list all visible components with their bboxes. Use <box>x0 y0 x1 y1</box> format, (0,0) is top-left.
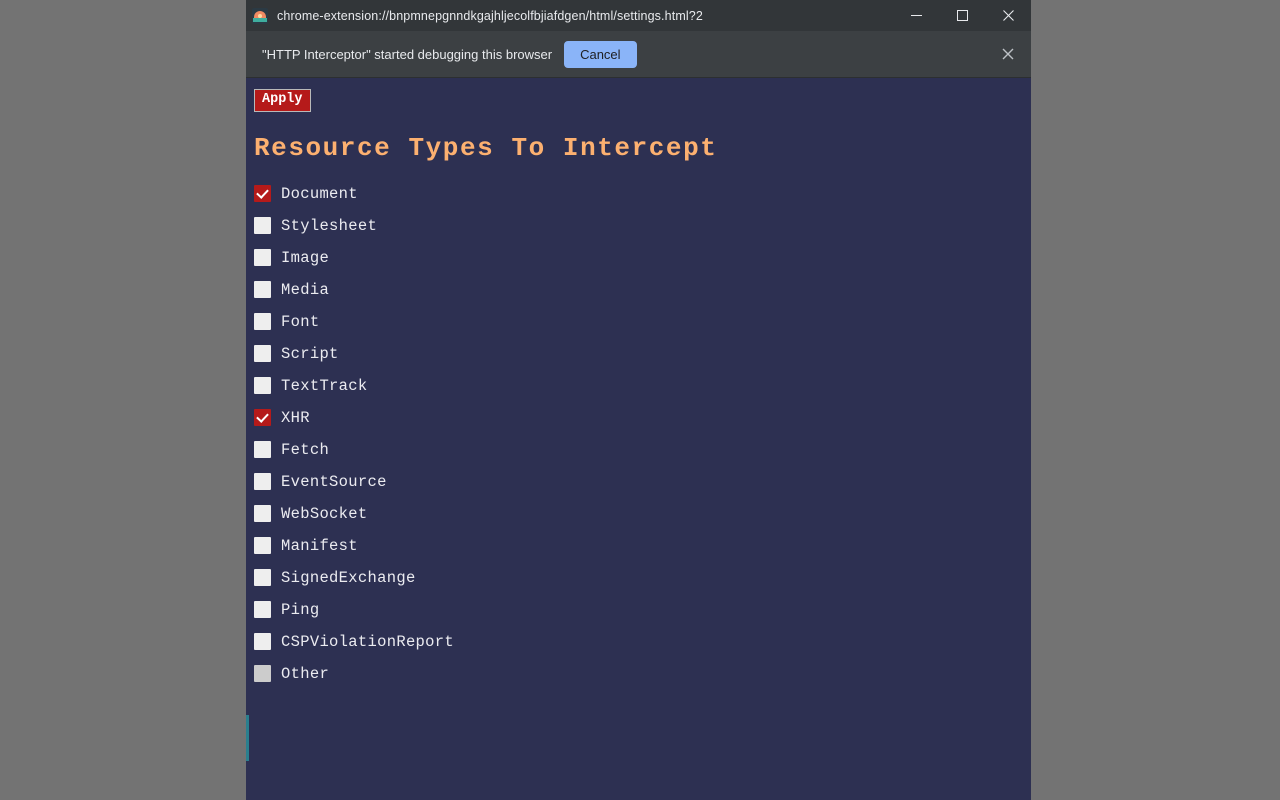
checkbox-xhr[interactable] <box>254 409 271 427</box>
list-item[interactable]: Fetch <box>254 434 1031 466</box>
list-item-label: Document <box>281 184 358 203</box>
list-item[interactable]: SignedExchange <box>254 562 1031 594</box>
list-item-label: Manifest <box>281 536 358 555</box>
list-item-label: Script <box>281 344 339 363</box>
list-item-label: Stylesheet <box>281 216 378 235</box>
list-item[interactable]: Manifest <box>254 530 1031 562</box>
list-item[interactable]: CSPViolationReport <box>254 626 1031 658</box>
checkbox-ping[interactable] <box>254 601 271 619</box>
window-title: chrome-extension://bnpmnepgnndkgajhljeco… <box>277 8 703 23</box>
checkbox-media[interactable] <box>254 281 271 299</box>
list-item-label: SignedExchange <box>281 568 416 587</box>
list-item-label: Other <box>281 664 330 683</box>
browser-window: chrome-extension://bnpmnepgnndkgajhljeco… <box>246 0 1031 800</box>
list-item[interactable]: EventSource <box>254 466 1031 498</box>
checkbox-image[interactable] <box>254 249 271 267</box>
list-item-label: Media <box>281 280 330 299</box>
list-item-label: XHR <box>281 408 310 427</box>
http-interceptor-favicon <box>252 7 268 24</box>
list-item[interactable]: Font <box>254 306 1031 338</box>
checkbox-document[interactable] <box>254 185 271 203</box>
checkbox-font[interactable] <box>254 313 271 331</box>
list-item[interactable]: Script <box>254 338 1031 370</box>
list-item[interactable]: Stylesheet <box>254 210 1031 242</box>
checkbox-signedexchange[interactable] <box>254 569 271 587</box>
list-item[interactable]: Media <box>254 274 1031 306</box>
infobar-close-icon[interactable] <box>985 31 1031 78</box>
debugger-infobar: "HTTP Interceptor" started debugging thi… <box>246 31 1031 78</box>
infobar-message: "HTTP Interceptor" started debugging thi… <box>262 46 553 62</box>
close-icon[interactable] <box>985 0 1031 31</box>
resource-type-list: Document Stylesheet Image Media Font Scr… <box>254 178 1031 690</box>
list-item[interactable]: Ping <box>254 594 1031 626</box>
checkbox-eventsource[interactable] <box>254 473 271 491</box>
list-item-label: Font <box>281 312 320 331</box>
list-item[interactable]: WebSocket <box>254 498 1031 530</box>
list-item[interactable]: XHR <box>254 402 1031 434</box>
list-item[interactable]: Image <box>254 242 1031 274</box>
checkbox-fetch[interactable] <box>254 441 271 459</box>
list-item[interactable]: TextTrack <box>254 370 1031 402</box>
apply-button[interactable]: Apply <box>254 89 311 112</box>
list-item-label: EventSource <box>281 472 387 491</box>
page-title: Resource Types To Intercept <box>254 132 718 163</box>
checkbox-cspviolationreport[interactable] <box>254 633 271 651</box>
focus-edge-marker <box>246 715 249 761</box>
minimize-icon[interactable] <box>893 0 939 31</box>
list-item[interactable]: Other <box>254 658 1031 690</box>
list-item[interactable]: Document <box>254 178 1031 210</box>
settings-page: Apply Resource Types To Intercept Docume… <box>246 78 1031 800</box>
list-item-label: TextTrack <box>281 376 368 395</box>
checkbox-other[interactable] <box>254 665 271 683</box>
checkbox-manifest[interactable] <box>254 537 271 555</box>
list-item-label: Ping <box>281 600 320 619</box>
cancel-button[interactable]: Cancel <box>564 40 637 68</box>
checkbox-script[interactable] <box>254 345 271 363</box>
checkbox-stylesheet[interactable] <box>254 217 271 235</box>
checkbox-websocket[interactable] <box>254 505 271 523</box>
window-title-bar: chrome-extension://bnpmnepgnndkgajhljeco… <box>246 0 1031 31</box>
maximize-icon[interactable] <box>939 0 985 31</box>
list-item-label: WebSocket <box>281 504 368 523</box>
list-item-label: Fetch <box>281 440 330 459</box>
list-item-label: Image <box>281 248 330 267</box>
list-item-label: CSPViolationReport <box>281 632 455 651</box>
checkbox-texttrack[interactable] <box>254 377 271 395</box>
window-controls <box>893 0 1031 31</box>
